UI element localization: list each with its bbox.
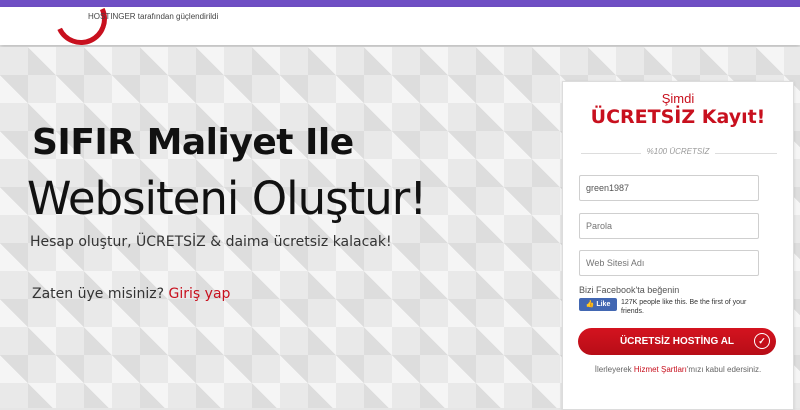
hero-subtext: Hesap oluştur, ÜCRETSİZ & daima ücretsiz…: [30, 234, 392, 250]
member-prompt: Zaten üye misiniz? Giriş yap: [32, 286, 230, 302]
login-link[interactable]: Giriş yap: [169, 286, 231, 302]
terms-link[interactable]: Hizmet Şartları: [634, 365, 687, 374]
username-input[interactable]: [579, 175, 759, 201]
powered-by-text: HOSTINGER tarafından güçlendirildi: [88, 12, 219, 21]
terms-text: İlerleyerek Hizmet Şartları'mızı kabul e…: [563, 365, 793, 374]
facebook-label: Bizi Facebook'ta beğenin: [579, 285, 680, 295]
signup-panel: Şimdi ÜCRETSİZ Kayıt! %100 ÜCRETSİZ Bizi…: [562, 81, 794, 410]
free-hosting-button[interactable]: ÜCRETSİZ HOSTİNG AL ✓: [578, 328, 776, 355]
headline-bold: SIFIR Maliyet Ile: [32, 122, 354, 163]
facebook-like-count: 127K people like this. Be the first of y…: [621, 299, 747, 315]
check-circle-icon: ✓: [754, 333, 770, 349]
site-header: HOSTINGER tarafından güçlendirildi: [0, 0, 800, 53]
member-question: Zaten üye misiniz?: [32, 286, 165, 302]
now-label: Şimdi: [661, 91, 695, 106]
thumbs-up-icon: 👍: [585, 301, 595, 308]
top-accent-bar: [0, 0, 800, 7]
website-name-input[interactable]: [579, 250, 759, 276]
headline-light: Websiteni Oluştur!: [27, 172, 427, 225]
facebook-like-button[interactable]: 👍 Like: [579, 298, 617, 311]
divider-label-text: %100 ÜCRETSİZ: [640, 147, 716, 156]
signup-title: ÜCRETSİZ Kayıt!: [590, 106, 766, 128]
password-input[interactable]: [579, 213, 759, 239]
facebook-like-label: Like: [596, 301, 611, 308]
terms-prefix: İlerleyerek: [594, 365, 632, 374]
divider-label: %100 ÜCRETSİZ: [563, 147, 793, 156]
cta-label: ÜCRETSİZ HOSTİNG AL: [619, 336, 735, 347]
terms-suffix: 'mızı kabul edersiniz.: [686, 365, 762, 374]
logo-icon[interactable]: [47, 0, 115, 53]
